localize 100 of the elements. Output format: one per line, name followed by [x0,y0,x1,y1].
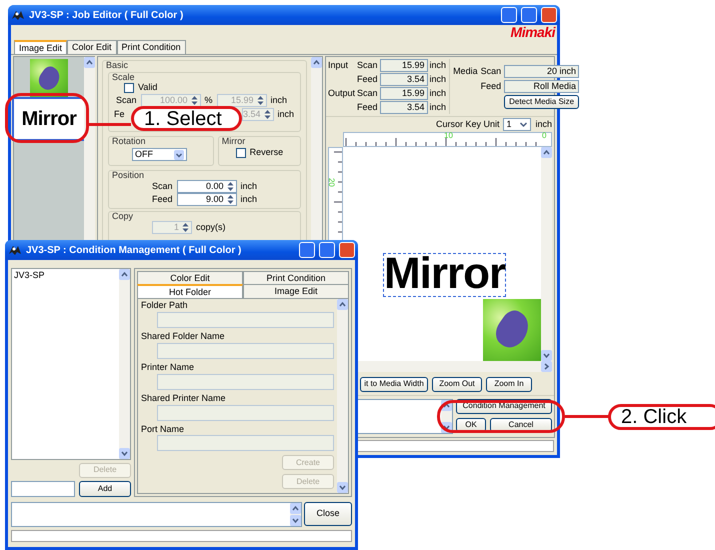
checkbox[interactable] [124,83,134,93]
close-button[interactable] [339,242,355,258]
field-label: Printer Name [141,362,196,373]
group-label: Basic [106,61,130,70]
scroll-right-icon[interactable] [541,361,552,372]
scroll-down-icon[interactable] [119,448,130,459]
group-label: Rotation [112,137,147,146]
tab[interactable]: Image Edit [243,284,349,298]
field-label: Scan [357,60,378,70]
spinner-icon[interactable] [226,181,234,192]
spin-field[interactable]: 0.00 [176,180,236,193]
tab[interactable]: Print Condition [243,271,349,284]
canvas-text[interactable]: Mirror [383,253,506,297]
unit-label: inch [430,74,446,84]
field-label: Shared Printer Name [141,394,227,404]
scroll-up-icon[interactable] [337,299,348,310]
unit-label: inch [240,182,258,192]
group-label: Copy [112,212,134,221]
scroll-down-icon[interactable] [541,350,552,361]
maximize-button[interactable] [319,242,335,258]
dropdown[interactable]: 1 [503,118,532,131]
text-field[interactable] [157,342,334,359]
view-button[interactable]: Zoom Out [432,377,482,392]
app-icon [8,244,22,256]
tab[interactable]: Hot Folder [137,284,243,298]
checkbox[interactable] [236,148,246,158]
text-field[interactable] [157,435,334,452]
unit-label: inch [430,102,446,112]
detect-media-size-button[interactable]: Detect Media Size [504,95,580,109]
add-button[interactable]: Add [79,481,131,497]
scroll-up-icon[interactable] [119,269,130,280]
field-label: Cursor Key Unit [436,120,500,130]
text-field[interactable] [157,404,334,421]
field-label: Media [453,66,478,76]
unit-label: copy(s) [196,222,226,232]
unit-label: inch [270,96,288,106]
unit-label: % [204,96,213,106]
field-label: Input [328,60,350,70]
field-label: Feed [480,82,502,92]
group-label: Scale [112,73,136,82]
maximize-button[interactable] [521,7,537,23]
field-label: Scan [152,182,172,192]
dropdown[interactable]: OFF [132,148,187,161]
readout-field: 15.99 [380,59,428,72]
view-button[interactable]: it to Media Width [360,377,428,392]
window-title: JV3-SP : Job Editor ( Full Color ) [29,10,184,20]
readout-field: 3.54 [380,101,428,114]
spin-field[interactable]: 9.00 [176,193,236,206]
close-button[interactable]: Close [304,502,352,526]
callout-label: 1. Select [131,106,242,131]
scroll-down-icon[interactable] [337,482,348,493]
tab[interactable]: Color Edit [137,271,243,284]
scroll-down-icon[interactable] [290,515,301,526]
scroll-up-icon[interactable] [541,147,552,158]
tab[interactable]: Print Condition [116,40,186,54]
ruler-label: 10 [444,132,453,141]
spinner-icon[interactable] [226,194,234,205]
scroll-up-icon[interactable] [290,503,301,514]
leader-line [89,123,131,126]
readout-field: Roll Media [504,80,580,93]
tab[interactable]: Color Edit [67,40,117,54]
field-label: Feed [357,74,378,84]
readout-field: 3.54 [380,73,428,86]
minimize-button[interactable] [299,242,315,258]
view-button[interactable]: Zoom In [486,377,532,392]
scroll-up-icon[interactable] [84,57,95,68]
spinner-icon[interactable] [256,95,264,106]
group-label: Mirror [222,137,246,146]
window-title: JV3-SP : Condition Management ( Full Color ) [26,244,242,256]
caret-icon [174,150,184,160]
text-field[interactable] [157,312,334,328]
field-label: Scan [357,88,378,98]
list-item[interactable]: JV3-SP [12,269,119,283]
ruler-label: 0 [542,132,546,141]
field-label: Folder Path [141,301,189,311]
caret-icon [519,120,528,129]
text-field[interactable] [157,374,334,390]
checkbox-label: Reverse [250,148,284,158]
unit-label: inch [430,60,446,70]
leader-line [565,415,609,418]
thumbnail[interactable]: Mirror [14,99,84,139]
field-label: Scan [480,66,502,76]
unit-label: inch [430,88,446,98]
text-field[interactable] [11,481,75,497]
unit-label: inch [240,194,258,204]
checkbox-label: Valid [138,83,158,93]
field-label: Shared Folder Name [141,332,226,342]
app-icon [11,9,25,21]
callout-label: 2. Click [608,404,715,430]
field-label: Port Name [141,424,186,434]
tab[interactable]: Image Edit [14,40,68,54]
unit-label: inch [535,120,552,130]
scroll-up-icon[interactable] [311,57,322,68]
unit-label: inch [278,110,294,120]
brand-logo: Mimaki [510,25,555,39]
group-label: Position [112,171,146,180]
photo-placeholder [483,299,541,361]
minimize-button[interactable] [501,7,517,23]
close-button[interactable] [541,7,557,23]
readout-field: 15.99 [380,87,428,100]
